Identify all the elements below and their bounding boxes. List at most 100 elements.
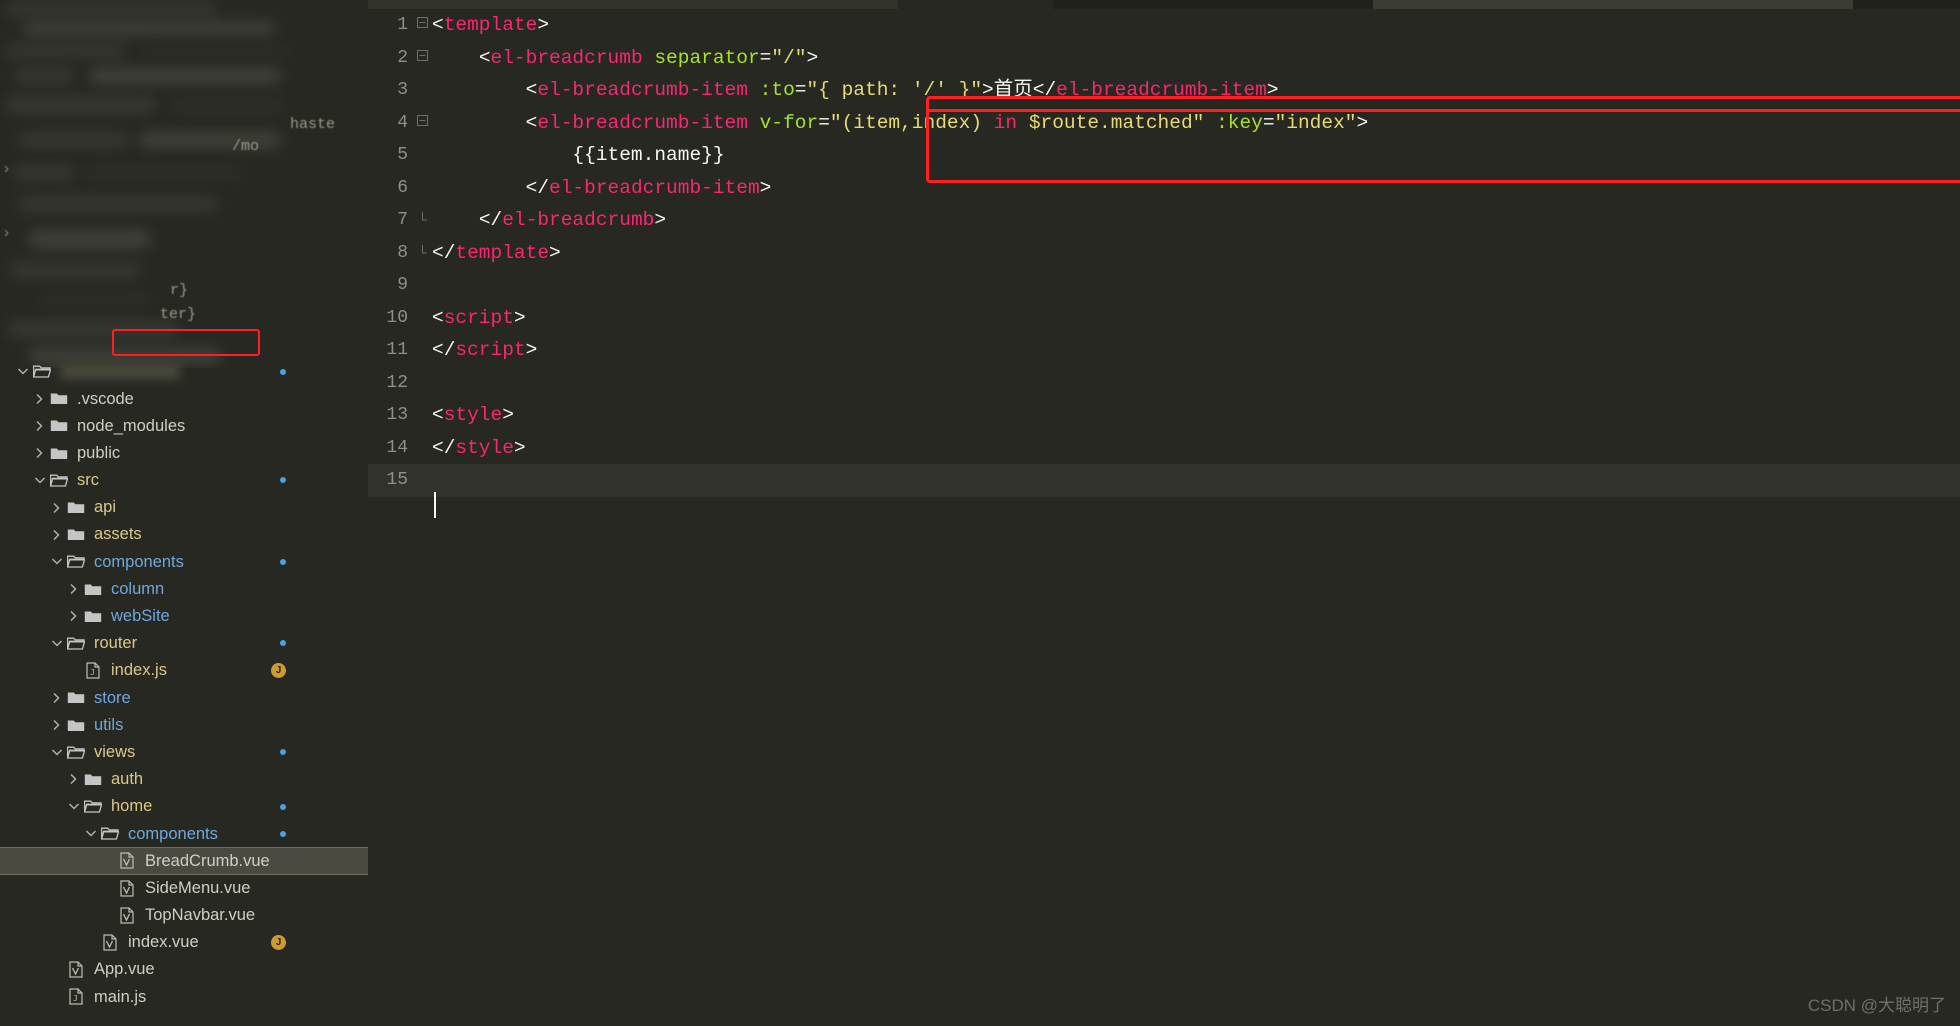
code-line[interactable]: 11 </script>: [368, 334, 1960, 367]
tree-item-index-vue[interactable]: index.vue J: [0, 929, 368, 956]
tree-item-label: index.js: [111, 661, 167, 680]
code-line[interactable]: 6 </el-breadcrumb-item>: [368, 172, 1960, 205]
chevron-right-icon[interactable]: [48, 502, 65, 514]
tree-item--vscode[interactable]: .vscode: [0, 385, 368, 412]
file-status-badge: J: [271, 663, 286, 679]
tree-item-public[interactable]: public: [0, 440, 368, 467]
line-number: 2: [397, 47, 408, 68]
tree-item-breadcrumb-vue[interactable]: BreadCrumb.vue: [0, 847, 368, 875]
tree-item-website[interactable]: webSite: [0, 603, 368, 630]
chevron-down-icon[interactable]: [14, 367, 31, 376]
fold-collapse-icon[interactable]: [412, 107, 432, 140]
tree-item-views[interactable]: views: [0, 739, 368, 766]
code-line[interactable]: 3 <el-breadcrumb-item :to="{ path: '/' }…: [368, 74, 1960, 107]
folder-open-icon: [99, 826, 121, 841]
chevron-right-icon[interactable]: [48, 719, 65, 731]
tree-item-label: views: [94, 742, 136, 761]
tree-item-index-js[interactable]: Jindex.js J: [0, 657, 368, 684]
code-text: <style>: [432, 404, 514, 426]
code-line[interactable]: 15: [368, 464, 1960, 497]
vue-file-icon: [65, 961, 87, 978]
tree-item-src[interactable]: src: [0, 467, 368, 494]
tree-item-label: main.js: [94, 987, 147, 1006]
tree-item-topnavbar-vue[interactable]: TopNavbar.vue: [0, 902, 368, 929]
code-line[interactable]: 13 <style>: [368, 399, 1960, 432]
line-number: 14: [386, 437, 408, 458]
line-number: 9: [397, 275, 408, 295]
tree-item-store[interactable]: store: [0, 684, 368, 711]
code-line[interactable]: 12: [368, 367, 1960, 400]
svg-text:J: J: [73, 994, 78, 1003]
tree-item-node-modules[interactable]: node_modules: [0, 412, 368, 439]
tree-item-router[interactable]: router: [0, 630, 368, 657]
folder-icon: [82, 772, 104, 787]
chevron-right-icon[interactable]: [48, 529, 65, 541]
code-line[interactable]: 14 </style>: [368, 432, 1960, 465]
modified-dot-indicator: [280, 368, 286, 375]
code-line[interactable]: 7 </el-breadcrumb>: [368, 204, 1960, 237]
code-line[interactable]: 1 <template>: [368, 9, 1960, 42]
chevron-right-icon[interactable]: [31, 447, 48, 459]
code-text: </el-breadcrumb>: [478, 209, 667, 231]
code-content[interactable]: 1 <template> 2 <el-breadcrumb separator="/…: [368, 9, 1960, 1026]
tree-item-label: home: [111, 797, 153, 816]
tree-item-column[interactable]: column: [0, 576, 368, 603]
tab-segment[interactable]: [368, 0, 898, 9]
tree-item-main-js[interactable]: Jmain.js: [0, 983, 368, 1010]
tab-segment[interactable]: [1373, 0, 1853, 9]
explorer-sidebar[interactable]: › › haste /mo r} ter} .vscode node_module…: [0, 0, 368, 1026]
tree-item-app-vue[interactable]: App.vue: [0, 956, 368, 983]
tree-item-components[interactable]: components: [0, 548, 368, 575]
modified-dot-indicator: [280, 558, 286, 565]
code-text: <el-breadcrumb-item :to="{ path: '/' }">…: [525, 79, 1279, 101]
chevron-down-icon[interactable]: [48, 748, 65, 757]
fold-collapse-icon[interactable]: [412, 9, 432, 42]
chevron-down-icon[interactable]: [48, 639, 65, 648]
modified-dot-indicator: [280, 477, 286, 484]
tree-item-assets[interactable]: assets: [0, 521, 368, 548]
tree-item-label: api: [94, 498, 117, 517]
folder-icon: [82, 609, 104, 624]
watermark: CSDN @大聪明了: [1807, 996, 1946, 1015]
vscode-window: › › haste /mo r} ter} .vscode node_module…: [0, 0, 1960, 1026]
code-line[interactable]: 9: [368, 269, 1960, 302]
code-text: <template>: [432, 14, 550, 36]
code-line[interactable]: 2 <el-breadcrumb separator="/">: [368, 42, 1960, 75]
tree-item-label: BreadCrumb.vue: [145, 851, 270, 870]
code-editor[interactable]: 1 <template> 2 <el-breadcrumb separator="/…: [368, 0, 1960, 1026]
code-line[interactable]: 10 <script>: [368, 302, 1960, 335]
tree-item-label: column: [111, 579, 165, 598]
tree-item-obscured[interactable]: [0, 358, 368, 385]
chevron-right-icon[interactable]: [65, 773, 82, 785]
editor-tab-strip[interactable]: [368, 0, 1960, 9]
tree-item-components[interactable]: components: [0, 820, 368, 847]
chevron-down-icon[interactable]: [48, 557, 65, 566]
chevron-right-icon[interactable]: [65, 610, 82, 622]
chevron-right-icon[interactable]: [65, 583, 82, 595]
tree-item-sidemenu-vue[interactable]: SideMenu.vue: [0, 875, 368, 902]
tree-item-api[interactable]: api: [0, 494, 368, 521]
chevron-right-icon[interactable]: [31, 420, 48, 432]
tree-item-home[interactable]: home: [0, 793, 368, 820]
tree-item-utils[interactable]: utils: [0, 711, 368, 738]
chevron-down-icon[interactable]: [65, 802, 82, 811]
tab-segment-active[interactable]: [898, 0, 1053, 9]
tree-item-label: webSite: [111, 607, 170, 626]
tree-item-auth[interactable]: auth: [0, 766, 368, 793]
chevron-down-icon[interactable]: [31, 476, 48, 485]
chevron-down-icon[interactable]: [82, 829, 99, 838]
file-tree[interactable]: .vscode node_modules public src api assets com…: [0, 358, 368, 1011]
chevron-right-icon[interactable]: [48, 692, 65, 704]
modified-dot-indicator: [280, 640, 286, 647]
code-line[interactable]: 5 {{item.name}}: [368, 139, 1960, 172]
code-line[interactable]: 8 </template>: [368, 237, 1960, 270]
folder-open-icon: [65, 745, 87, 760]
chevron-right-icon[interactable]: [31, 393, 48, 405]
fold-collapse-icon[interactable]: [412, 42, 432, 75]
line-number: 5: [397, 145, 408, 165]
tab-segment[interactable]: [1053, 0, 1373, 9]
red-annotation-underline: [926, 109, 1960, 112]
